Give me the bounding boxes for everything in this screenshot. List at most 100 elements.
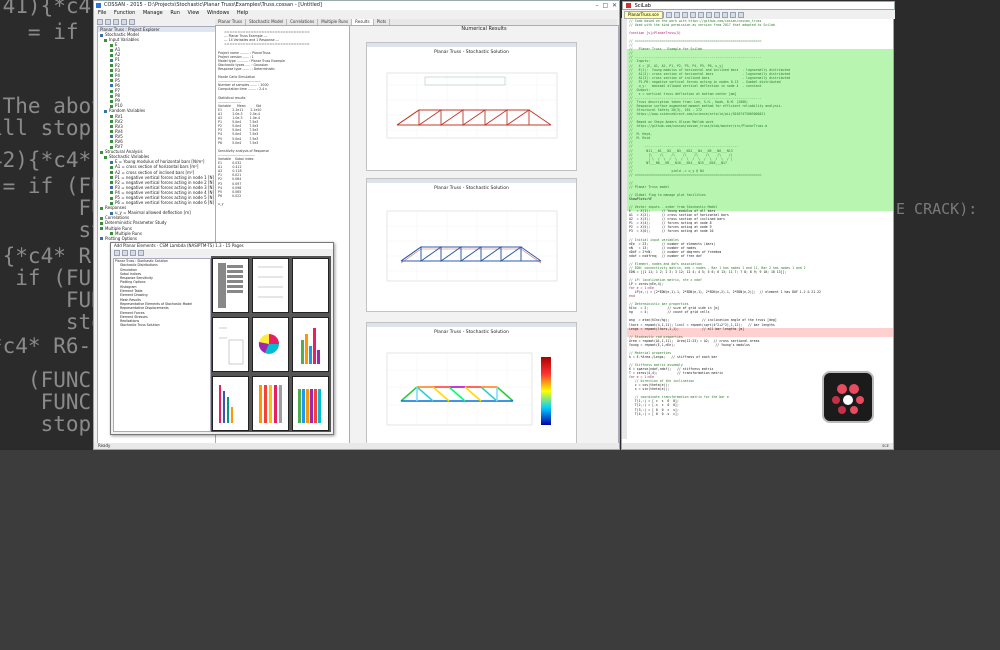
- page-icon[interactable]: [138, 249, 144, 256]
- save-file-icon[interactable]: [674, 11, 680, 18]
- menu-function[interactable]: Function: [114, 10, 135, 16]
- page-thumbnail[interactable]: [252, 376, 289, 431]
- page-thumbnail[interactable]: [292, 376, 329, 431]
- page-thumbnail[interactable]: [292, 317, 329, 372]
- variable-icon: [110, 79, 113, 83]
- editor-toolbar: [622, 10, 895, 19]
- variable-icon: [110, 120, 113, 124]
- variable-icon: [110, 99, 113, 103]
- tree-node-label: P6 = negative vertical forces acting in …: [115, 200, 215, 206]
- variable-icon: [110, 196, 113, 200]
- open-file-icon[interactable]: [666, 11, 672, 18]
- main-status-bar: Ready: [94, 443, 619, 449]
- zoom-in-icon[interactable]: [122, 249, 128, 256]
- variable-icon: [110, 89, 113, 93]
- zoom-out-icon[interactable]: [130, 249, 136, 256]
- page-thumbnail[interactable]: [252, 258, 289, 313]
- variable-icon: [110, 191, 113, 195]
- page-thumbnail[interactable]: [212, 376, 249, 431]
- variable-icon: [110, 94, 113, 98]
- page-thumbnails[interactable]: [211, 256, 331, 432]
- new-icon[interactable]: [97, 18, 103, 25]
- cossan-app-icon: [96, 3, 101, 8]
- page-thumbnail[interactable]: [212, 317, 249, 372]
- execute-icon[interactable]: [682, 11, 688, 18]
- variable-icon: [100, 216, 103, 220]
- code-line[interactable]: T(4,:) = [ 0 0 -s c];: [629, 412, 821, 416]
- folder-icon: [110, 211, 113, 215]
- stop-icon[interactable]: [129, 18, 135, 25]
- folder-icon: [110, 186, 113, 190]
- menu-bar: File Function Manage Run View Windows He…: [94, 10, 619, 17]
- menu-manage[interactable]: Manage: [143, 10, 163, 16]
- dialog-tree-item[interactable]: Stochastic Truss Solution: [114, 323, 210, 327]
- menu-help[interactable]: Help: [237, 10, 248, 16]
- variable-icon: [110, 176, 113, 180]
- tree-node-label: Plotting Options: [105, 235, 137, 241]
- truss-plot-2: [386, 210, 558, 282]
- redo-icon[interactable]: [698, 11, 704, 18]
- page-thumbnail[interactable]: [292, 258, 329, 313]
- plot-toolbar[interactable]: [367, 43, 576, 47]
- variable-icon: [110, 165, 113, 169]
- plot-toolbar[interactable]: [367, 179, 576, 183]
- cut-icon[interactable]: [706, 11, 712, 18]
- tree-node[interactable]: Plotting Options: [98, 236, 215, 241]
- numerical-results-pane[interactable]: Numerical Results Planar Truss - Stochas…: [349, 25, 619, 447]
- app-logo-icon: [822, 371, 874, 423]
- folder-icon: [110, 84, 113, 88]
- folder-icon: [110, 160, 113, 164]
- dialog-tree[interactable]: Planar Truss : Stochastic Solution Stocha…: [113, 258, 211, 432]
- open-icon[interactable]: [105, 18, 111, 25]
- variable-icon: [100, 227, 103, 231]
- page-thumbnail[interactable]: [212, 258, 249, 313]
- print-icon[interactable]: [114, 249, 120, 256]
- main-titlebar[interactable]: COSSAN - 2015 - D:\Projects\Stochastic\P…: [94, 1, 619, 10]
- menu-run[interactable]: Run: [170, 10, 180, 16]
- variable-icon: [110, 115, 113, 118]
- minimize-icon[interactable]: –: [596, 2, 599, 9]
- window-title: COSSAN - 2015 - D:\Projects\Stochastic\P…: [104, 2, 322, 8]
- plot-panel[interactable]: Planar Truss - Stochastic Solution: [366, 322, 577, 446]
- close-icon[interactable]: ✕: [612, 2, 617, 9]
- print-preview-dialog[interactable]: Add Planar Elements - CSM Lambda (NASIPT…: [110, 242, 334, 435]
- window-controls[interactable]: – □ ✕: [596, 1, 617, 10]
- save-icon[interactable]: [113, 18, 119, 25]
- editor-file-tab[interactable]: PlanarTruss.sce: [624, 11, 663, 19]
- variable-icon: [100, 206, 103, 210]
- plot-panel[interactable]: Planar Truss - Stochastic Solution: [366, 178, 577, 312]
- menu-view[interactable]: View: [188, 10, 200, 16]
- variable-icon: [104, 155, 107, 159]
- maximize-icon[interactable]: □: [602, 2, 608, 9]
- page-thumbnail[interactable]: [252, 317, 289, 372]
- run-icon[interactable]: [121, 18, 127, 25]
- editor-status-bar: SCE: [622, 443, 893, 449]
- wallpaper-text: = if (FU: [0, 174, 104, 198]
- undo-icon[interactable]: [690, 11, 696, 18]
- help-icon[interactable]: [738, 11, 744, 18]
- find-icon[interactable]: [730, 11, 736, 18]
- report-line: u_y: [216, 202, 224, 207]
- dialog-toolbar: [111, 249, 333, 256]
- menu-file[interactable]: File: [98, 10, 106, 16]
- copy-icon[interactable]: [714, 11, 720, 18]
- plot-panel[interactable]: Planar Truss - Stochastic Solution: [366, 42, 577, 171]
- wallpaper-text: 42){*c4*: [0, 148, 92, 172]
- plot-toolbar[interactable]: [367, 323, 576, 327]
- wallpaper-text: *c4* R6-: [0, 334, 92, 358]
- variable-icon: [110, 171, 113, 175]
- results-title: Numerical Results: [461, 26, 507, 32]
- colorbar: [541, 357, 551, 425]
- folder-icon: [100, 237, 103, 241]
- variable-icon: [110, 64, 113, 68]
- code-line[interactable]: LP(e,:) = [2*EDN(e,1)-1, 2*EDN(e,1), 2*E…: [629, 290, 821, 294]
- editor-titlebar[interactable]: SciLab: [622, 1, 895, 10]
- variable-icon: [110, 74, 113, 78]
- paste-icon[interactable]: [722, 11, 728, 18]
- folder-icon: [100, 33, 103, 37]
- wallpaper-text: = if: [27, 20, 79, 44]
- variable-icon: [110, 48, 113, 52]
- variable-icon: [104, 38, 107, 42]
- code-text[interactable]: // Code based on the work with https://g…: [629, 19, 821, 416]
- menu-windows[interactable]: Windows: [207, 10, 229, 16]
